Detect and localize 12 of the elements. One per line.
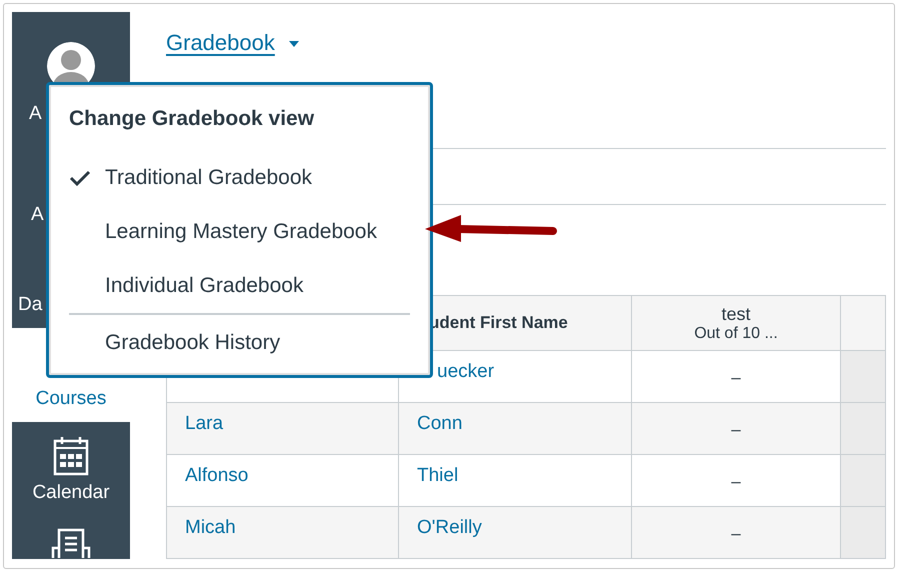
menu-title: Change Gradebook view — [69, 107, 316, 131]
nav-label: Courses — [36, 388, 106, 410]
header-subtext: Out of 10 ... — [693, 324, 779, 342]
nav-label: A — [29, 103, 42, 125]
nav-label: Da — [18, 294, 42, 316]
nav-label: A — [31, 204, 44, 226]
header-text: test — [720, 304, 752, 324]
grade-text: – — [731, 472, 741, 491]
grade-text: – — [731, 368, 741, 387]
grade-text: – — [731, 420, 741, 439]
grade-text: – — [731, 524, 741, 543]
nav-label: Calendar — [32, 482, 110, 504]
